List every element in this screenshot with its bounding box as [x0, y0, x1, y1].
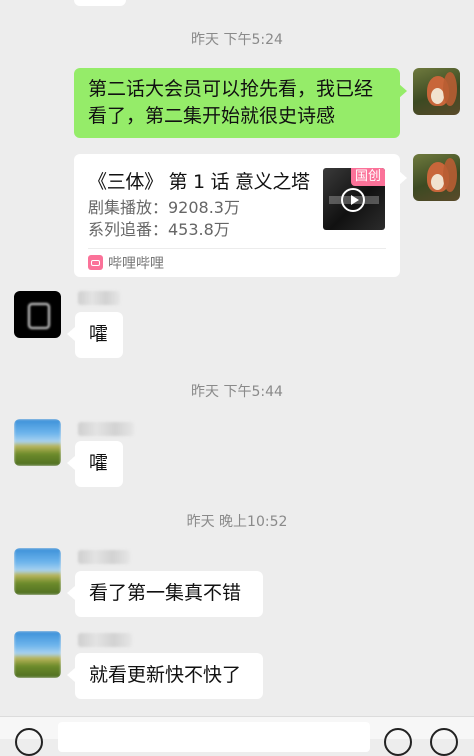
contact-avatar[interactable]	[14, 419, 61, 466]
emoji-icon[interactable]	[384, 728, 412, 756]
bilibili-logo-icon	[88, 255, 103, 270]
card-play-count: 剧集播放：9208.3万	[88, 198, 240, 217]
card-divider	[88, 248, 386, 249]
received-message-bubble[interactable]: 看了第一集真不错	[75, 571, 263, 617]
card-title: 《三体》 第 1 话 意义之塔	[88, 171, 310, 193]
partial-message-bubble[interactable]	[74, 0, 126, 6]
my-avatar[interactable]	[413, 68, 460, 115]
add-icon[interactable]	[430, 728, 458, 756]
bubble-tail	[67, 456, 75, 470]
play-icon	[341, 188, 365, 212]
my-avatar[interactable]	[413, 154, 460, 201]
card-source-name: 哔哩哔哩	[108, 256, 164, 272]
contact-name	[78, 550, 130, 564]
voice-icon[interactable]	[15, 728, 43, 756]
received-message-text: 嚯	[89, 323, 109, 345]
video-thumbnail[interactable]: 国创	[323, 168, 385, 230]
contact-name	[78, 291, 120, 305]
sent-message-bubble[interactable]: 第二话大会员可以抢先看，我已经看了，第二集开始就很史诗感	[74, 68, 400, 138]
bubble-tail	[399, 171, 407, 185]
timestamp: 昨天 下午5:24	[191, 32, 283, 48]
timestamp: 昨天 晚上10:52	[186, 514, 288, 530]
received-message-text: 看了第一集真不错	[89, 582, 242, 604]
bubble-tail	[67, 586, 75, 600]
bubble-tail	[67, 327, 75, 341]
message-input[interactable]	[58, 722, 370, 752]
contact-avatar[interactable]	[14, 548, 61, 595]
received-message-bubble[interactable]: 嚯	[75, 441, 123, 487]
received-message-text: 嚯	[89, 452, 109, 474]
timestamp: 昨天 下午5:44	[191, 384, 283, 400]
thumb-badge: 国创	[350, 168, 385, 186]
input-toolbar	[0, 716, 474, 756]
received-message-bubble[interactable]: 就看更新快不快了	[75, 653, 263, 699]
contact-avatar[interactable]	[14, 631, 61, 678]
received-message-text: 就看更新快不快了	[89, 664, 242, 686]
sent-message-text: 第二话大会员可以抢先看，我已经看了，第二集开始就很史诗感	[88, 78, 374, 127]
bubble-tail	[399, 84, 407, 98]
received-message-bubble[interactable]: 嚯	[75, 312, 123, 358]
contact-name	[78, 422, 134, 436]
bubble-tail	[67, 668, 75, 682]
contact-name	[78, 633, 132, 647]
card-follow-count: 系列追番：453.8万	[88, 220, 230, 239]
contact-avatar[interactable]	[14, 291, 61, 338]
shared-video-card[interactable]: 《三体》 第 1 话 意义之塔 剧集播放：9208.3万 系列追番：453.8万…	[74, 154, 400, 277]
